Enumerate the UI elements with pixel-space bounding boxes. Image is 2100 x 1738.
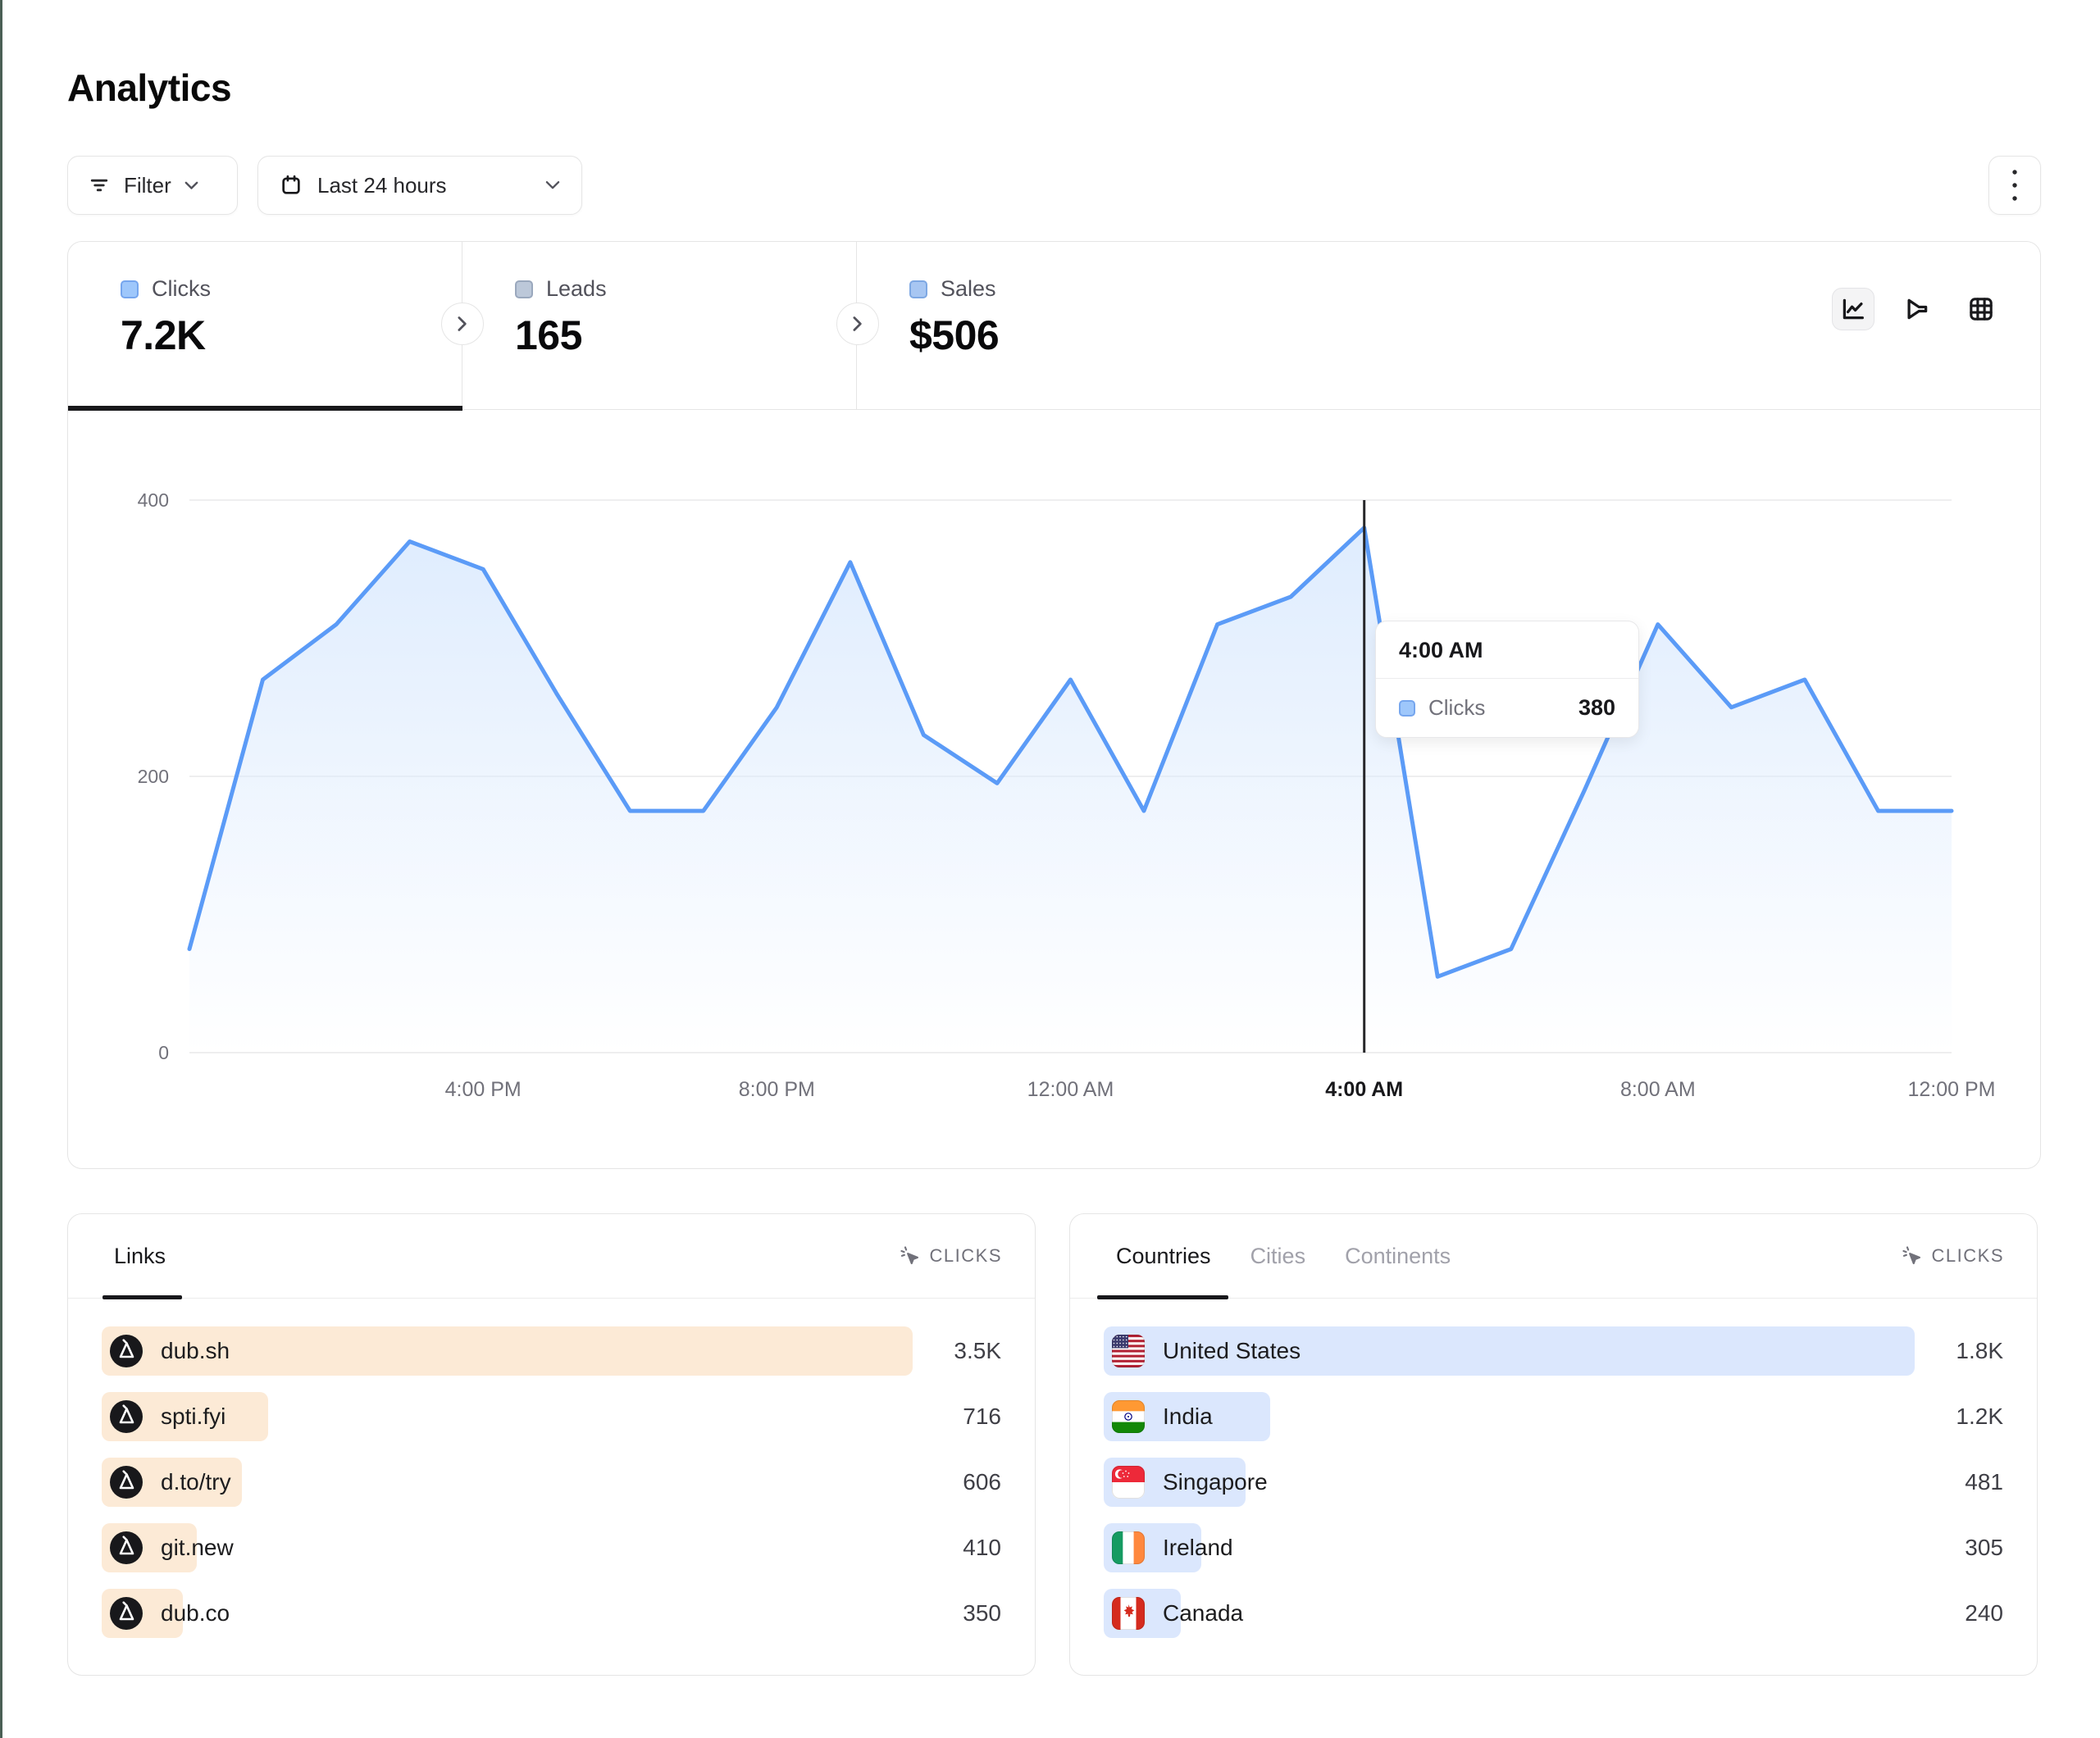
- line-chart-icon: [1839, 295, 1867, 323]
- item-click-count: 3.5K: [932, 1338, 1001, 1364]
- item-click-count: 1.2K: [1934, 1404, 2003, 1430]
- filter-button-label: Filter: [124, 173, 171, 198]
- list-item[interactable]: dub.co 350: [102, 1589, 1001, 1638]
- clicks-metric-selector[interactable]: CLICKS: [900, 1245, 1002, 1267]
- more-options-button[interactable]: [1988, 156, 2041, 215]
- clicks-metric-selector[interactable]: CLICKS: [1902, 1245, 2004, 1267]
- metric-label: CLICKS: [930, 1245, 1002, 1267]
- grid-icon: [1967, 295, 1995, 323]
- item-label: United States: [1163, 1338, 1301, 1364]
- dub-logo-icon: [110, 1531, 143, 1564]
- stats-tabs-row: Clicks 7.2K Leads 165 Sales $506: [68, 242, 2040, 410]
- dub-logo-icon: [110, 1597, 143, 1630]
- chart-tooltip: 4:00 AM Clicks 380: [1375, 621, 1639, 738]
- cursor-click-icon: [1902, 1245, 1924, 1267]
- item-click-count: 350: [932, 1600, 1001, 1627]
- countries-tab-underline: [1097, 1295, 1228, 1299]
- stat-label: Clicks: [152, 276, 211, 302]
- tab-countries[interactable]: Countries: [1116, 1244, 1211, 1269]
- dub-logo-icon: [110, 1466, 143, 1499]
- window-edge-accent: [0, 0, 2, 1738]
- active-tab-underline: [68, 406, 462, 411]
- item-click-count: 481: [1934, 1469, 2003, 1495]
- ie-flag-icon: [1112, 1531, 1145, 1564]
- list-item[interactable]: India 1.2K: [1104, 1392, 2003, 1441]
- tab-clicks[interactable]: Clicks 7.2K: [68, 242, 462, 409]
- tab-continents[interactable]: Continents: [1345, 1244, 1451, 1269]
- item-label: d.to/try: [161, 1469, 231, 1495]
- expand-stat-arrow[interactable]: [441, 303, 484, 345]
- item-label: dub.sh: [161, 1338, 230, 1364]
- item-click-count: 1.8K: [1934, 1338, 2003, 1364]
- metric-label: CLICKS: [1932, 1245, 2004, 1267]
- chevron-down-icon: [184, 181, 198, 190]
- line-chart-view-button[interactable]: [1832, 288, 1875, 330]
- list-item[interactable]: United States 1.8K: [1104, 1326, 2003, 1376]
- item-label: India: [1163, 1404, 1213, 1430]
- tooltip-legend-swatch: [1399, 700, 1415, 717]
- us-flag-icon: [1112, 1335, 1145, 1367]
- chevron-down-icon: [545, 180, 560, 190]
- item-click-count: 410: [932, 1535, 1001, 1561]
- stat-label: Sales: [941, 276, 996, 302]
- item-label: spti.fyi: [161, 1404, 225, 1430]
- cursor-click-icon: [900, 1245, 922, 1267]
- tab-links[interactable]: Links: [114, 1244, 166, 1269]
- sales-legend-swatch: [909, 280, 927, 298]
- tab-cities[interactable]: Cities: [1250, 1244, 1306, 1269]
- tooltip-value: 380: [1578, 695, 1615, 721]
- stat-value: 7.2K: [121, 312, 462, 359]
- item-label: dub.co: [161, 1600, 230, 1627]
- item-label: Canada: [1163, 1600, 1243, 1627]
- stat-value: 165: [515, 312, 856, 359]
- links-panel: Links CLICKS dub.sh 3.5K spti.fyi: [67, 1213, 1036, 1676]
- analytics-chart-card: Clicks 7.2K Leads 165 Sales $506: [67, 241, 2041, 1169]
- list-item[interactable]: dub.sh 3.5K: [102, 1326, 1001, 1376]
- tab-leads[interactable]: Leads 165: [462, 242, 857, 409]
- kebab-menu-icon: [2011, 168, 2019, 202]
- page-title: Analytics: [67, 66, 231, 110]
- list-item[interactable]: Ireland 305: [1104, 1523, 2003, 1572]
- geo-panel: Countries Cities Continents CLICKS United …: [1069, 1213, 2038, 1676]
- clicks-legend-swatch: [121, 280, 139, 298]
- dub-logo-icon: [110, 1400, 143, 1433]
- list-item[interactable]: d.to/try 606: [102, 1458, 1001, 1507]
- list-item[interactable]: Canada 240: [1104, 1589, 2003, 1638]
- expand-stat-arrow[interactable]: [836, 303, 879, 345]
- filter-button[interactable]: Filter: [67, 156, 238, 215]
- ca-flag-icon: [1112, 1597, 1145, 1630]
- tooltip-time: 4:00 AM: [1376, 621, 1638, 679]
- list-item[interactable]: Singapore 481: [1104, 1458, 2003, 1507]
- dub-logo-icon: [110, 1335, 143, 1367]
- list-item[interactable]: git.new 410: [102, 1523, 1001, 1572]
- table-view-button[interactable]: [1960, 288, 2002, 330]
- leads-legend-swatch: [515, 280, 533, 298]
- filter-icon: [88, 174, 111, 197]
- date-range-button[interactable]: Last 24 hours: [257, 156, 582, 215]
- item-click-count: 240: [1934, 1600, 2003, 1627]
- links-tab-underline: [102, 1295, 182, 1299]
- item-label: git.new: [161, 1535, 234, 1561]
- funnel-icon: [1903, 295, 1931, 323]
- in-flag-icon: [1112, 1400, 1145, 1433]
- item-label: Singapore: [1163, 1469, 1268, 1495]
- clicks-area-chart[interactable]: [189, 500, 1952, 1053]
- stat-label: Leads: [546, 276, 607, 302]
- item-click-count: 606: [932, 1469, 1001, 1495]
- tooltip-series-label: Clicks: [1428, 695, 1565, 721]
- calendar-icon: [280, 174, 303, 197]
- list-item[interactable]: spti.fyi 716: [102, 1392, 1001, 1441]
- item-click-count: 716: [932, 1404, 1001, 1430]
- item-label: Ireland: [1163, 1535, 1233, 1561]
- sg-flag-icon: [1112, 1466, 1145, 1499]
- item-click-count: 305: [1934, 1535, 2003, 1561]
- date-range-label: Last 24 hours: [317, 173, 447, 198]
- funnel-view-button[interactable]: [1896, 288, 1938, 330]
